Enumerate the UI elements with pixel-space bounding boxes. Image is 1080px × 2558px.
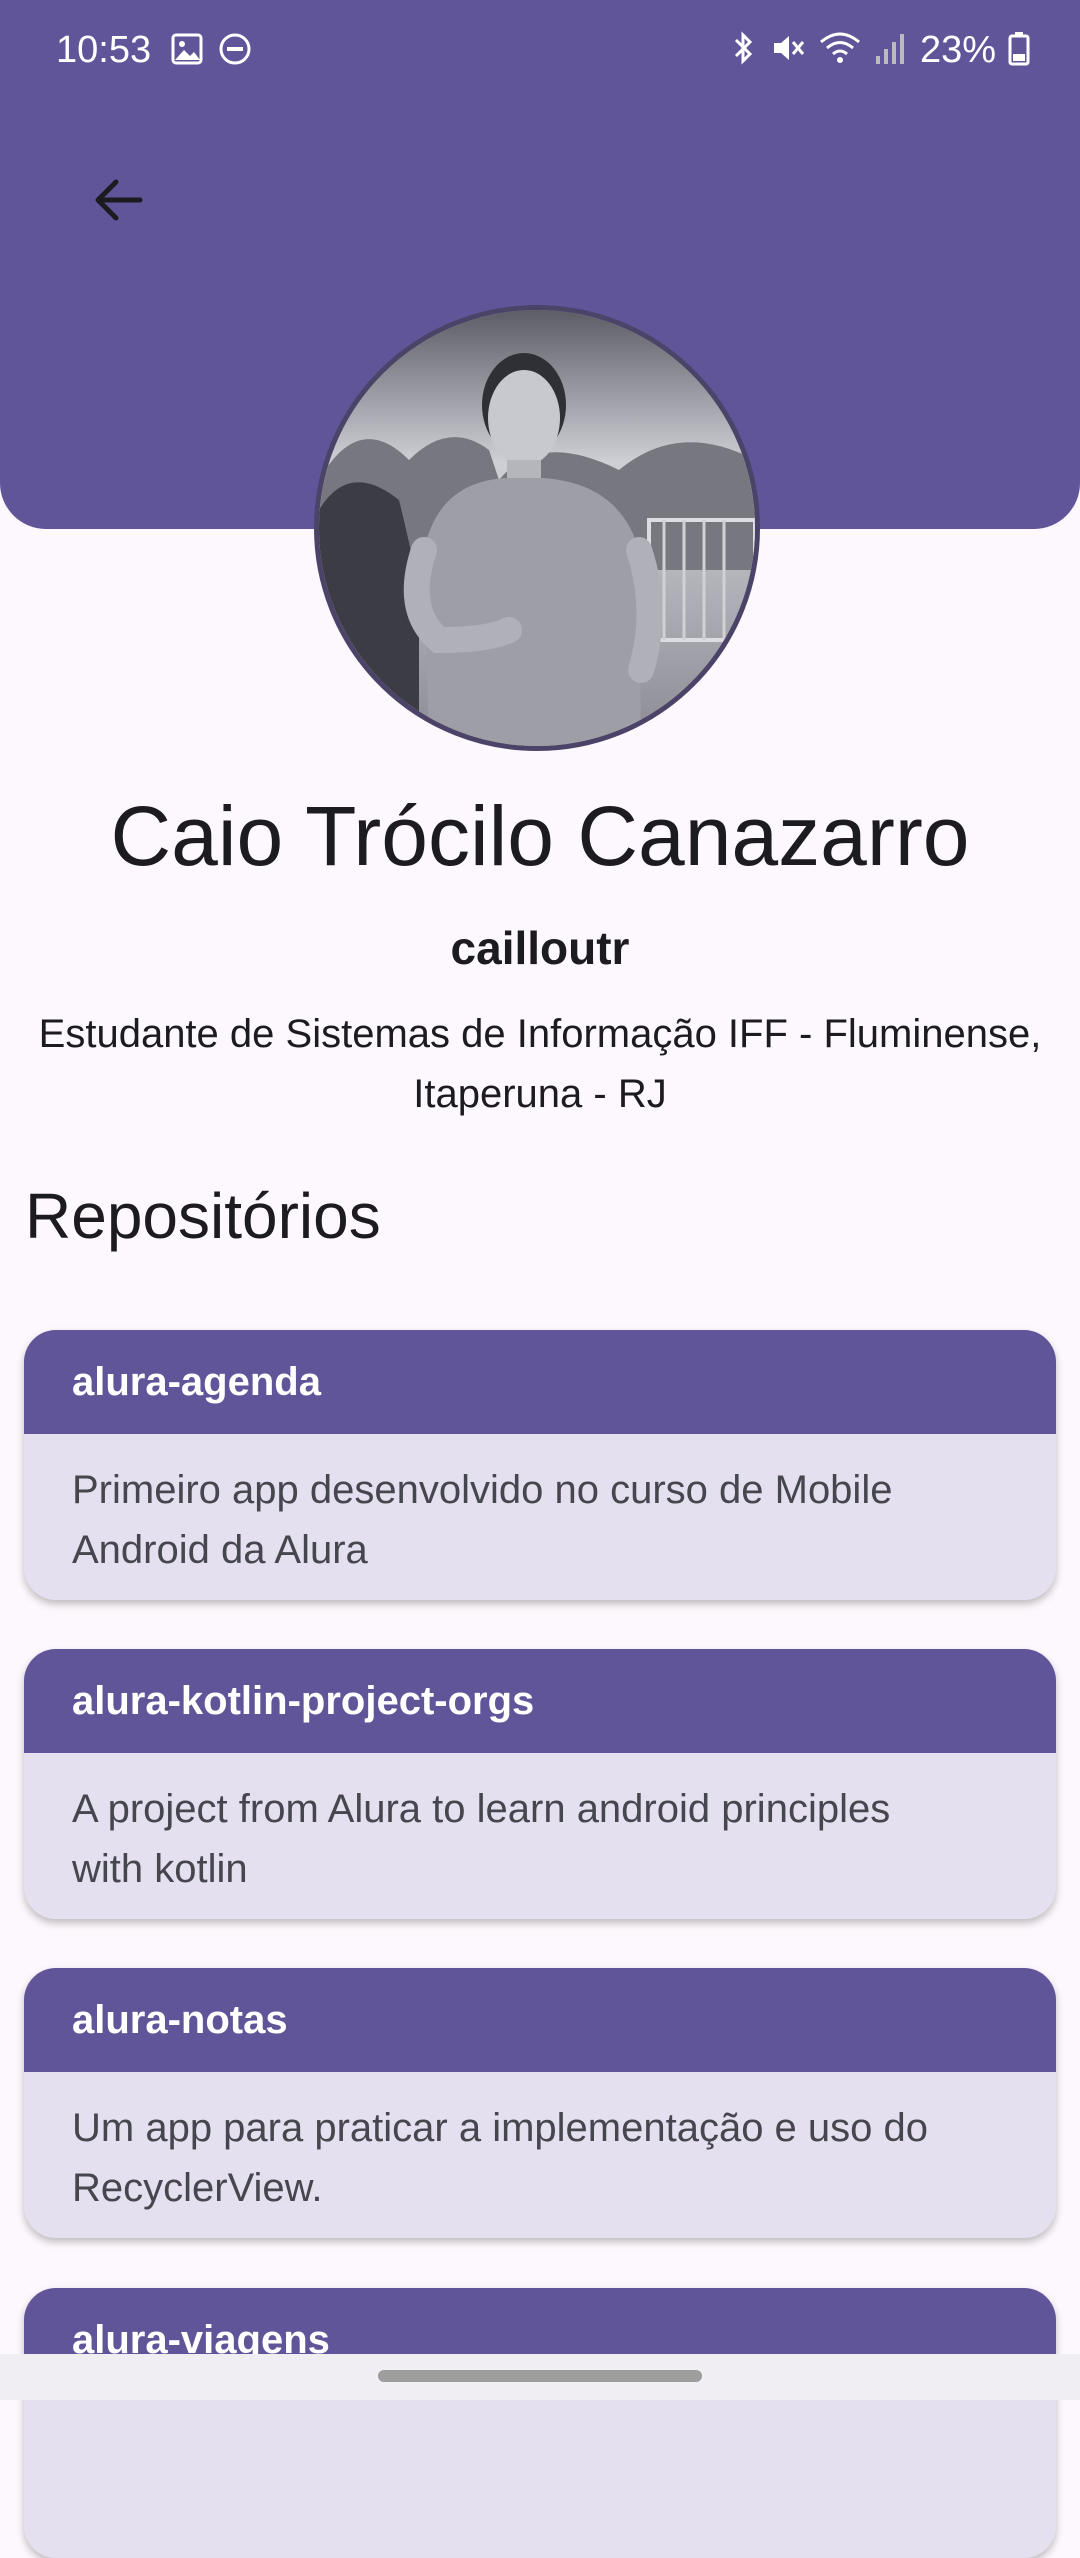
home-gesture-handle[interactable] — [378, 2370, 702, 2382]
repo-description-line: RecyclerView. — [72, 2166, 323, 2210]
back-button[interactable] — [76, 160, 160, 244]
repo-name: alura-kotlin-project-orgs — [24, 1649, 1056, 1753]
profile-bio: Estudante de Sistemas de Informação IFF … — [0, 1004, 1080, 1124]
mute-icon — [770, 30, 806, 71]
repo-card[interactable]: alura-kotlin-project-orgs A project from… — [24, 1649, 1056, 1919]
repo-name: alura-agenda — [24, 1330, 1056, 1434]
repo-card[interactable]: alura-notas Um app para praticar a imple… — [24, 1968, 1056, 2238]
signal-icon — [874, 30, 908, 71]
image-icon — [170, 32, 204, 71]
repo-description: Primeiro app desenvolvido no curso de Mo… — [24, 1434, 1056, 1580]
profile-bio-line: Itaperuna - RJ — [413, 1072, 667, 1116]
repositories-title: Repositórios — [25, 1180, 381, 1252]
status-bar: 10:53 23% — [0, 0, 1080, 100]
profile-username: cailloutr — [450, 922, 630, 974]
battery-percentage: 23% — [919, 29, 996, 71]
repo-description-line: Android da Alura — [72, 1528, 368, 1572]
repo-description: Um app para praticar a implementação e u… — [24, 2072, 1056, 2218]
repo-description-line: A project from Alura to learn android pr… — [72, 1787, 891, 1831]
repo-card[interactable]: alura-viagens — [24, 2288, 1056, 2558]
repo-description-line: Um app para praticar a implementação e u… — [72, 2106, 929, 2150]
repo-description-line: with kotlin — [72, 1847, 248, 1891]
profile-name: Caio Trócilo Canazarro — [110, 789, 970, 883]
repo-name: alura-notas — [24, 1968, 1056, 2072]
arrow-back-icon — [90, 172, 146, 233]
status-time: 10:53 — [56, 29, 152, 71]
avatar — [314, 305, 760, 751]
do-not-disturb-icon — [218, 32, 252, 71]
battery-icon — [1008, 30, 1030, 71]
repo-card[interactable]: alura-agenda Primeiro app desenvolvido n… — [24, 1330, 1056, 1600]
repo-description-line: Primeiro app desenvolvido no curso de Mo… — [72, 1468, 893, 1512]
repo-description: A project from Alura to learn android pr… — [24, 1753, 1056, 1899]
wifi-icon — [818, 30, 862, 71]
navigation-bar — [0, 2354, 1080, 2400]
bluetooth-icon — [730, 30, 758, 71]
profile-bio-line: Estudante de Sistemas de Informação IFF … — [38, 1012, 1042, 1056]
